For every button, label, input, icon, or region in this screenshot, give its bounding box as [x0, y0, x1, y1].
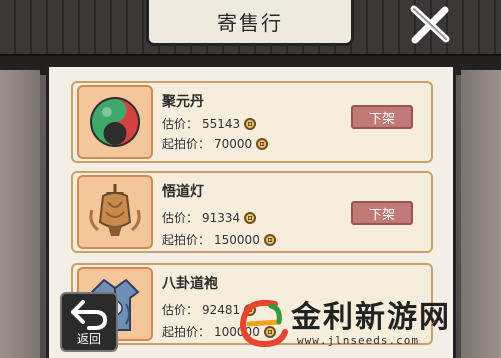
start-price-value: 150000	[214, 232, 260, 247]
title-banner: 寄售行	[146, 0, 354, 46]
watermark-text: 金利新游网	[291, 300, 451, 335]
list-item[interactable]: 聚元丹 估价： 55143 起拍价： 70000 下架	[71, 81, 433, 163]
page-title: 寄售行	[217, 11, 283, 35]
unlist-button[interactable]: 下架	[351, 201, 413, 225]
coin-icon	[244, 117, 257, 130]
coin-icon	[244, 211, 257, 224]
left-wall	[0, 70, 40, 358]
coin-icon	[256, 137, 269, 150]
estimate-value: 91334	[202, 210, 241, 225]
back-arrow-icon	[71, 300, 108, 330]
watermark-logo	[239, 300, 288, 348]
estimate-row: 估价： 91334	[162, 209, 257, 226]
start-price-value: 70000	[214, 136, 253, 151]
lantern-icon	[89, 184, 141, 236]
start-price-row: 起拍价： 150000	[162, 231, 276, 248]
estimate-row: 估价： 55143	[162, 115, 257, 132]
elixir-pill-icon	[90, 97, 140, 147]
item-name: 悟道灯	[162, 184, 204, 200]
item-icon-frame	[77, 85, 153, 159]
site-watermark: 金利新游网 www.jlnseeds.com	[235, 288, 501, 358]
list-item[interactable]: 悟道灯 估价： 91334 起拍价： 150000 下架	[71, 171, 433, 253]
watermark-url: www.jlnseeds.com	[297, 334, 419, 347]
coin-icon	[263, 233, 276, 246]
item-name: 聚元丹	[162, 94, 204, 110]
estimate-value: 55143	[202, 116, 241, 131]
close-icon	[410, 5, 450, 44]
back-button-label: 返回	[76, 332, 101, 346]
item-icon-frame	[77, 175, 153, 249]
back-button[interactable]: 返回	[60, 292, 118, 352]
item-name: 八卦道袍	[162, 276, 218, 292]
unlist-button[interactable]: 下架	[351, 105, 413, 129]
close-button[interactable]	[406, 4, 454, 46]
start-price-row: 起拍价： 70000	[162, 135, 269, 152]
